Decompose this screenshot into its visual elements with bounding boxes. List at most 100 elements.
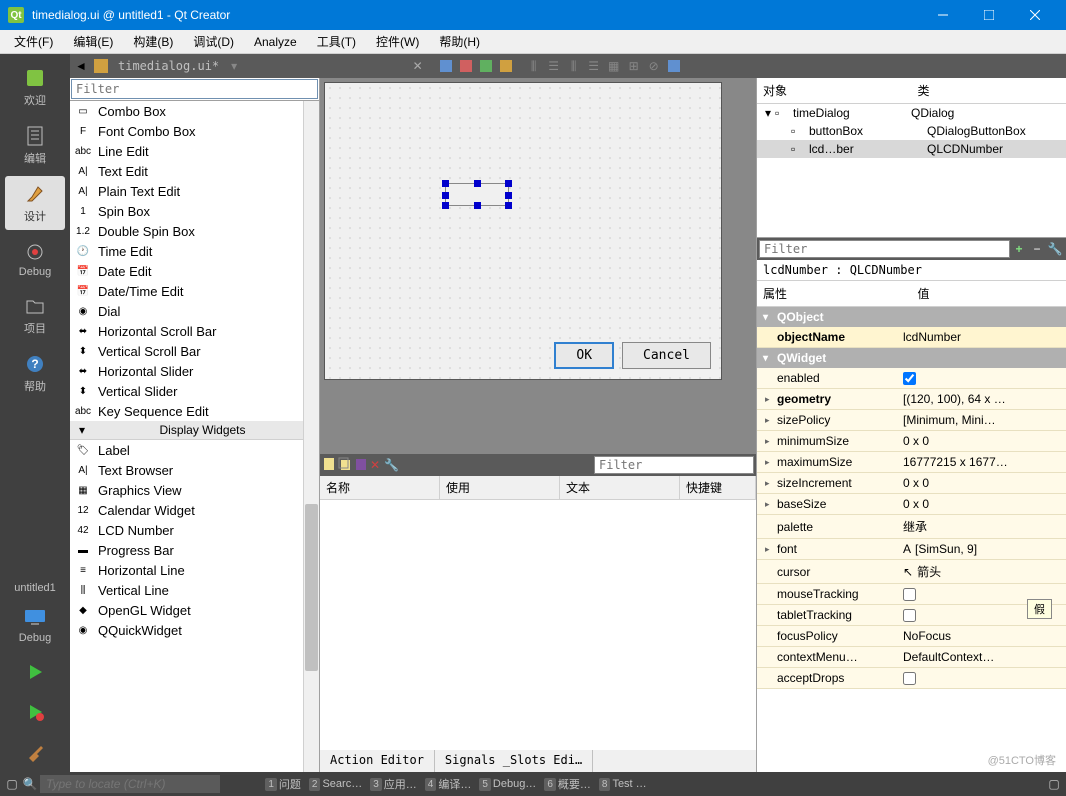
nav-help[interactable]: ? 帮助 [5, 346, 65, 400]
object-inspector[interactable]: 对象 类 ▾▫timeDialogQDialog▫buttonBoxQDialo… [757, 78, 1066, 238]
dialog-form[interactable]: OK Cancel [324, 82, 722, 380]
widget-item[interactable]: abcKey Sequence Edit [70, 401, 319, 421]
layout-grid-icon[interactable]: ▦ [605, 57, 623, 75]
widget-item[interactable]: abcLine Edit [70, 141, 319, 161]
widget-item[interactable]: 🏷Label [70, 440, 319, 460]
new-action-icon[interactable] [322, 457, 336, 474]
expand-icon[interactable]: ▸ [765, 499, 777, 510]
widget-item[interactable]: ≡Horizontal Line [70, 560, 319, 580]
layout-horizontal-icon[interactable]: ⫼ [525, 57, 543, 75]
nav-edit[interactable]: 编辑 [5, 118, 65, 172]
nav-back-icon[interactable]: ◄ [72, 57, 90, 75]
property-row[interactable]: enabled [757, 368, 1066, 389]
adjust-size-icon[interactable] [665, 57, 683, 75]
widget-item[interactable]: ▦Graphics View [70, 480, 319, 500]
widget-item[interactable]: 🕐Time Edit [70, 241, 319, 261]
widget-item[interactable]: 1.2Double Spin Box [70, 221, 319, 241]
widget-item[interactable]: A|Plain Text Edit [70, 181, 319, 201]
edit-buddies-icon[interactable] [477, 57, 495, 75]
widget-item[interactable]: ⬍Vertical Scroll Bar [70, 341, 319, 361]
widget-item[interactable]: ▭Combo Box [70, 101, 319, 121]
property-row[interactable]: cursor↖ 箭头 [757, 560, 1066, 584]
widget-item[interactable]: ⬌Horizontal Slider [70, 361, 319, 381]
expand-icon[interactable]: ▸ [765, 394, 777, 405]
nav-project[interactable]: 项目 [5, 288, 65, 342]
property-row[interactable]: acceptDrops [757, 668, 1066, 689]
widget-item[interactable]: A|Text Edit [70, 161, 319, 181]
nav-run-debug-button[interactable] [5, 694, 65, 730]
nav-build-button[interactable] [5, 734, 65, 770]
resize-handle-n[interactable] [474, 180, 481, 187]
paste-action-icon[interactable] [354, 457, 368, 474]
lcd-number-widget[interactable] [445, 183, 509, 206]
edit-tab-order-icon[interactable] [497, 57, 515, 75]
widget-item[interactable]: FFont Combo Box [70, 121, 319, 141]
nav-welcome[interactable]: 欢迎 [5, 60, 65, 114]
maximize-button[interactable] [966, 0, 1012, 30]
minimize-button[interactable] [920, 0, 966, 30]
nav-debug[interactable]: Debug [5, 234, 65, 284]
close-sidebar-icon[interactable]: ▢ [4, 776, 20, 792]
nav-run-button[interactable] [5, 654, 65, 690]
menu-file[interactable]: 文件(F) [4, 31, 63, 52]
layout-form-icon[interactable]: ⊞ [625, 57, 643, 75]
remove-property-icon[interactable]: − [1028, 240, 1046, 258]
status-panel-button[interactable]: 1问题 [263, 776, 303, 792]
property-row[interactable]: focusPolicyNoFocus [757, 626, 1066, 647]
locator-input[interactable] [40, 775, 220, 793]
widget-item[interactable]: 1Spin Box [70, 201, 319, 221]
resize-handle-s[interactable] [474, 202, 481, 209]
widget-item[interactable]: ⫼Vertical Line [70, 580, 319, 600]
resize-handle-ne[interactable] [505, 180, 512, 187]
layout-vertical-icon[interactable]: ☰ [545, 57, 563, 75]
prop-header-name[interactable]: 属性 [757, 281, 912, 306]
expand-icon[interactable]: ▸ [765, 436, 777, 447]
property-checkbox[interactable] [903, 672, 916, 685]
status-panel-button[interactable]: 2Searc… [307, 776, 364, 792]
property-row[interactable]: ▸sizeIncrement0 x 0 [757, 473, 1066, 494]
edit-widgets-icon[interactable] [437, 57, 455, 75]
sidebar-toggle-icon[interactable]: ▢ [1046, 776, 1062, 792]
widget-item[interactable]: ▬Progress Bar [70, 540, 319, 560]
file-dropdown-icon[interactable]: ▾ [227, 59, 241, 73]
status-panel-button[interactable]: 6概要… [542, 776, 593, 792]
expand-icon[interactable]: ▸ [765, 544, 777, 555]
expand-icon[interactable]: ▸ [765, 457, 777, 468]
expand-icon[interactable]: ▸ [765, 415, 777, 426]
object-row[interactable]: ▫lcd…berQLCDNumber [757, 140, 1066, 158]
property-editor[interactable]: ▾QObjectobjectNamelcdNumber▾QWidgetenabl… [757, 307, 1066, 772]
menu-tools[interactable]: 工具(T) [307, 31, 366, 52]
cancel-button[interactable]: Cancel [622, 342, 711, 369]
layout-vertical-splitter-icon[interactable]: ☰ [585, 57, 603, 75]
property-row[interactable]: mouseTracking [757, 584, 1066, 605]
property-checkbox[interactable] [903, 609, 916, 622]
tab-action-editor[interactable]: Action Editor [320, 750, 435, 772]
property-group-header[interactable]: ▾QWidget [757, 348, 1066, 368]
property-row[interactable]: ▸sizePolicy[Minimum, Mini… [757, 410, 1066, 431]
status-panel-button[interactable]: 5Debug… [477, 776, 538, 792]
widget-category-display[interactable]: ▾ Display Widgets [70, 421, 319, 440]
expand-icon[interactable]: ▸ [765, 478, 777, 489]
add-property-icon[interactable]: + [1010, 240, 1028, 258]
object-row[interactable]: ▫buttonBoxQDialogButtonBox [757, 122, 1066, 140]
project-selector[interactable]: untitled1 [5, 578, 65, 598]
widget-scrollbar[interactable] [303, 101, 319, 772]
menu-help[interactable]: 帮助(H) [429, 31, 490, 52]
property-row[interactable]: ▸fontA [SimSun, 9] [757, 539, 1066, 560]
property-row[interactable]: contextMenu…DefaultContext… [757, 647, 1066, 668]
wrench-icon[interactable]: 🔧 [1046, 240, 1064, 258]
menu-build[interactable]: 构建(B) [123, 31, 183, 52]
action-filter-input[interactable] [594, 456, 754, 474]
property-row[interactable]: ▸minimumSize0 x 0 [757, 431, 1066, 452]
property-row[interactable]: objectNamelcdNumber [757, 327, 1066, 348]
widget-item[interactable]: 📅Date Edit [70, 261, 319, 281]
break-layout-icon[interactable]: ⊘ [645, 57, 663, 75]
action-col-name[interactable]: 名称 [320, 476, 440, 499]
wrench-icon[interactable]: 🔧 [384, 458, 399, 472]
obj-header-class[interactable]: 类 [912, 78, 1066, 103]
edit-signals-icon[interactable] [457, 57, 475, 75]
delete-action-icon[interactable]: ✕ [370, 458, 380, 472]
menu-debug[interactable]: 调试(D) [183, 31, 244, 52]
widget-item[interactable]: 📅Date/Time Edit [70, 281, 319, 301]
form-canvas[interactable]: OK Cancel [320, 78, 756, 452]
